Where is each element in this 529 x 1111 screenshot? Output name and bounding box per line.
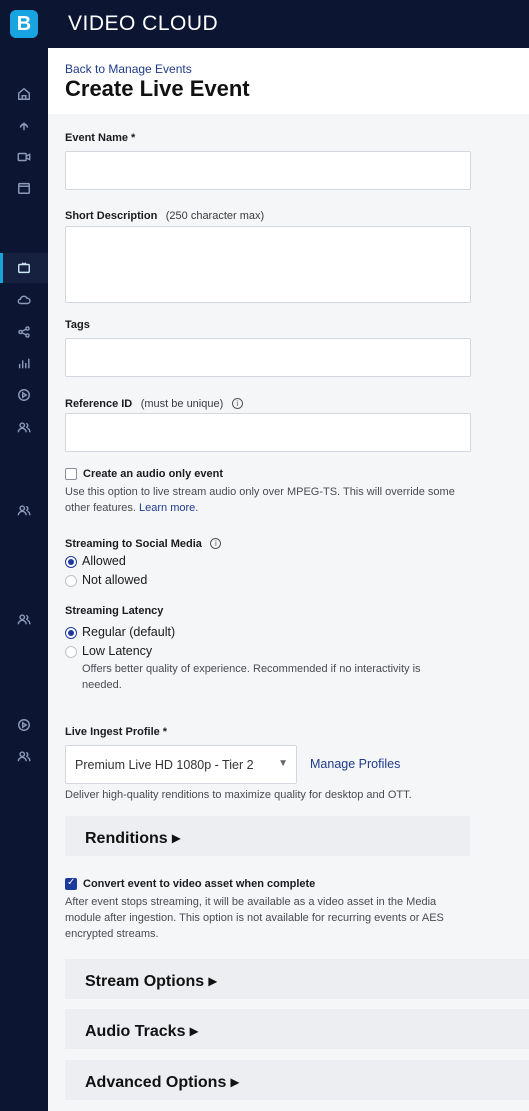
form-area: Event Name * Short Description (250 char…	[48, 114, 529, 1111]
short-description-label: Short Description	[65, 210, 158, 222]
latency-regular-radio[interactable]	[65, 627, 77, 639]
latency-label: Streaming Latency	[65, 605, 164, 617]
social-media-label: Streaming to Social Media	[65, 538, 202, 550]
short-description-textarea[interactable]	[65, 226, 471, 303]
social-media-label-row: Streaming to Social Media i	[65, 534, 222, 552]
latency-low-radio[interactable]	[65, 646, 77, 658]
audio-tracks-title: Audio Tracks ▸	[85, 1023, 198, 1040]
ingest-profile-select[interactable]: Premium Live HD 1080p - Tier 2 ▼	[65, 745, 297, 784]
latency-regular-label[interactable]: Regular (default)	[82, 625, 175, 639]
users-icon-4[interactable]	[12, 744, 36, 768]
social-not-allowed-label[interactable]: Not allowed	[82, 573, 147, 587]
ingest-profile-label: Live Ingest Profile *	[65, 726, 168, 738]
audio-only-help: Use this option to live stream audio onl…	[65, 484, 465, 516]
reference-id-label-row: Reference ID (must be unique) i	[65, 394, 243, 412]
dropdown-caret-icon: ▼	[278, 758, 288, 769]
cloud-icon[interactable]	[12, 288, 36, 312]
media-library-icon[interactable]	[12, 176, 36, 200]
ingest-profile-help: Deliver high-quality renditions to maxim…	[65, 789, 412, 801]
users-icon-3[interactable]	[12, 607, 36, 631]
convert-asset-label[interactable]: Convert event to video asset when comple…	[83, 878, 315, 890]
home-icon[interactable]	[12, 82, 36, 106]
reference-id-info-icon[interactable]: i	[231, 398, 243, 409]
advanced-options-title: Advanced Options ▸	[85, 1074, 239, 1091]
latency-low-label[interactable]: Low Latency	[82, 644, 152, 658]
social-media-info-icon[interactable]: i	[210, 538, 222, 549]
convert-asset-help: After event stops streaming, it will be …	[65, 896, 444, 940]
share-icon[interactable]	[12, 320, 36, 344]
app-title: VIDEO CLOUD	[68, 12, 219, 35]
ingest-profile-selected: Premium Live HD 1080p - Tier 2	[75, 758, 254, 772]
live-tv-icon[interactable]	[12, 256, 36, 280]
stream-options-title: Stream Options ▸	[85, 973, 217, 990]
users-icon-2[interactable]	[12, 498, 36, 522]
short-description-label-row: Short Description (250 character max)	[65, 206, 264, 224]
audio-only-checkbox[interactable]	[65, 468, 77, 480]
video-camera-icon[interactable]	[12, 145, 36, 169]
low-latency-help: Offers better quality of experience. Rec…	[82, 663, 421, 691]
social-not-allowed-radio[interactable]	[65, 575, 77, 587]
audio-only-help-text: Use this option to live stream audio onl…	[65, 486, 455, 514]
reference-id-hint: (must be unique)	[140, 398, 224, 410]
short-description-hint: (250 character max)	[165, 210, 265, 222]
users-icon[interactable]	[12, 415, 36, 439]
reference-id-input[interactable]	[65, 413, 471, 452]
tags-label: Tags	[65, 319, 90, 331]
learn-more-link[interactable]: Learn more.	[139, 502, 198, 514]
player-icon-2[interactable]	[12, 713, 36, 737]
event-name-label: Event Name *	[65, 132, 136, 144]
advanced-options-section[interactable]: Advanced Options ▸	[65, 1060, 529, 1100]
social-allowed-label[interactable]: Allowed	[82, 554, 126, 568]
stream-options-section[interactable]: Stream Options ▸	[65, 959, 529, 999]
manage-profiles-link[interactable]: Manage Profiles	[310, 757, 400, 771]
player-icon[interactable]	[12, 383, 36, 407]
analytics-icon[interactable]	[12, 351, 36, 375]
top-bar: B VIDEO CLOUD	[0, 0, 529, 48]
convert-asset-checkbox[interactable]	[65, 877, 77, 890]
page-title: Create Live Event	[65, 76, 250, 101]
brightcove-logo[interactable]: B	[10, 10, 38, 38]
audio-tracks-section[interactable]: Audio Tracks ▸	[65, 1009, 529, 1049]
event-name-input[interactable]	[65, 151, 471, 190]
reference-id-label: Reference ID	[65, 398, 133, 410]
tags-input[interactable]	[65, 338, 471, 377]
page-header: Back to Manage Events Create Live Event	[48, 48, 529, 114]
social-allowed-radio[interactable]	[65, 556, 77, 568]
back-to-manage-events-link[interactable]: Back to Manage Events	[65, 62, 192, 76]
sidebar-nav	[0, 48, 48, 1111]
renditions-title: Renditions ▸	[85, 830, 181, 847]
renditions-section[interactable]: Renditions ▸	[65, 816, 470, 856]
upload-icon[interactable]	[12, 113, 36, 137]
audio-only-label[interactable]: Create an audio only event	[83, 468, 223, 480]
